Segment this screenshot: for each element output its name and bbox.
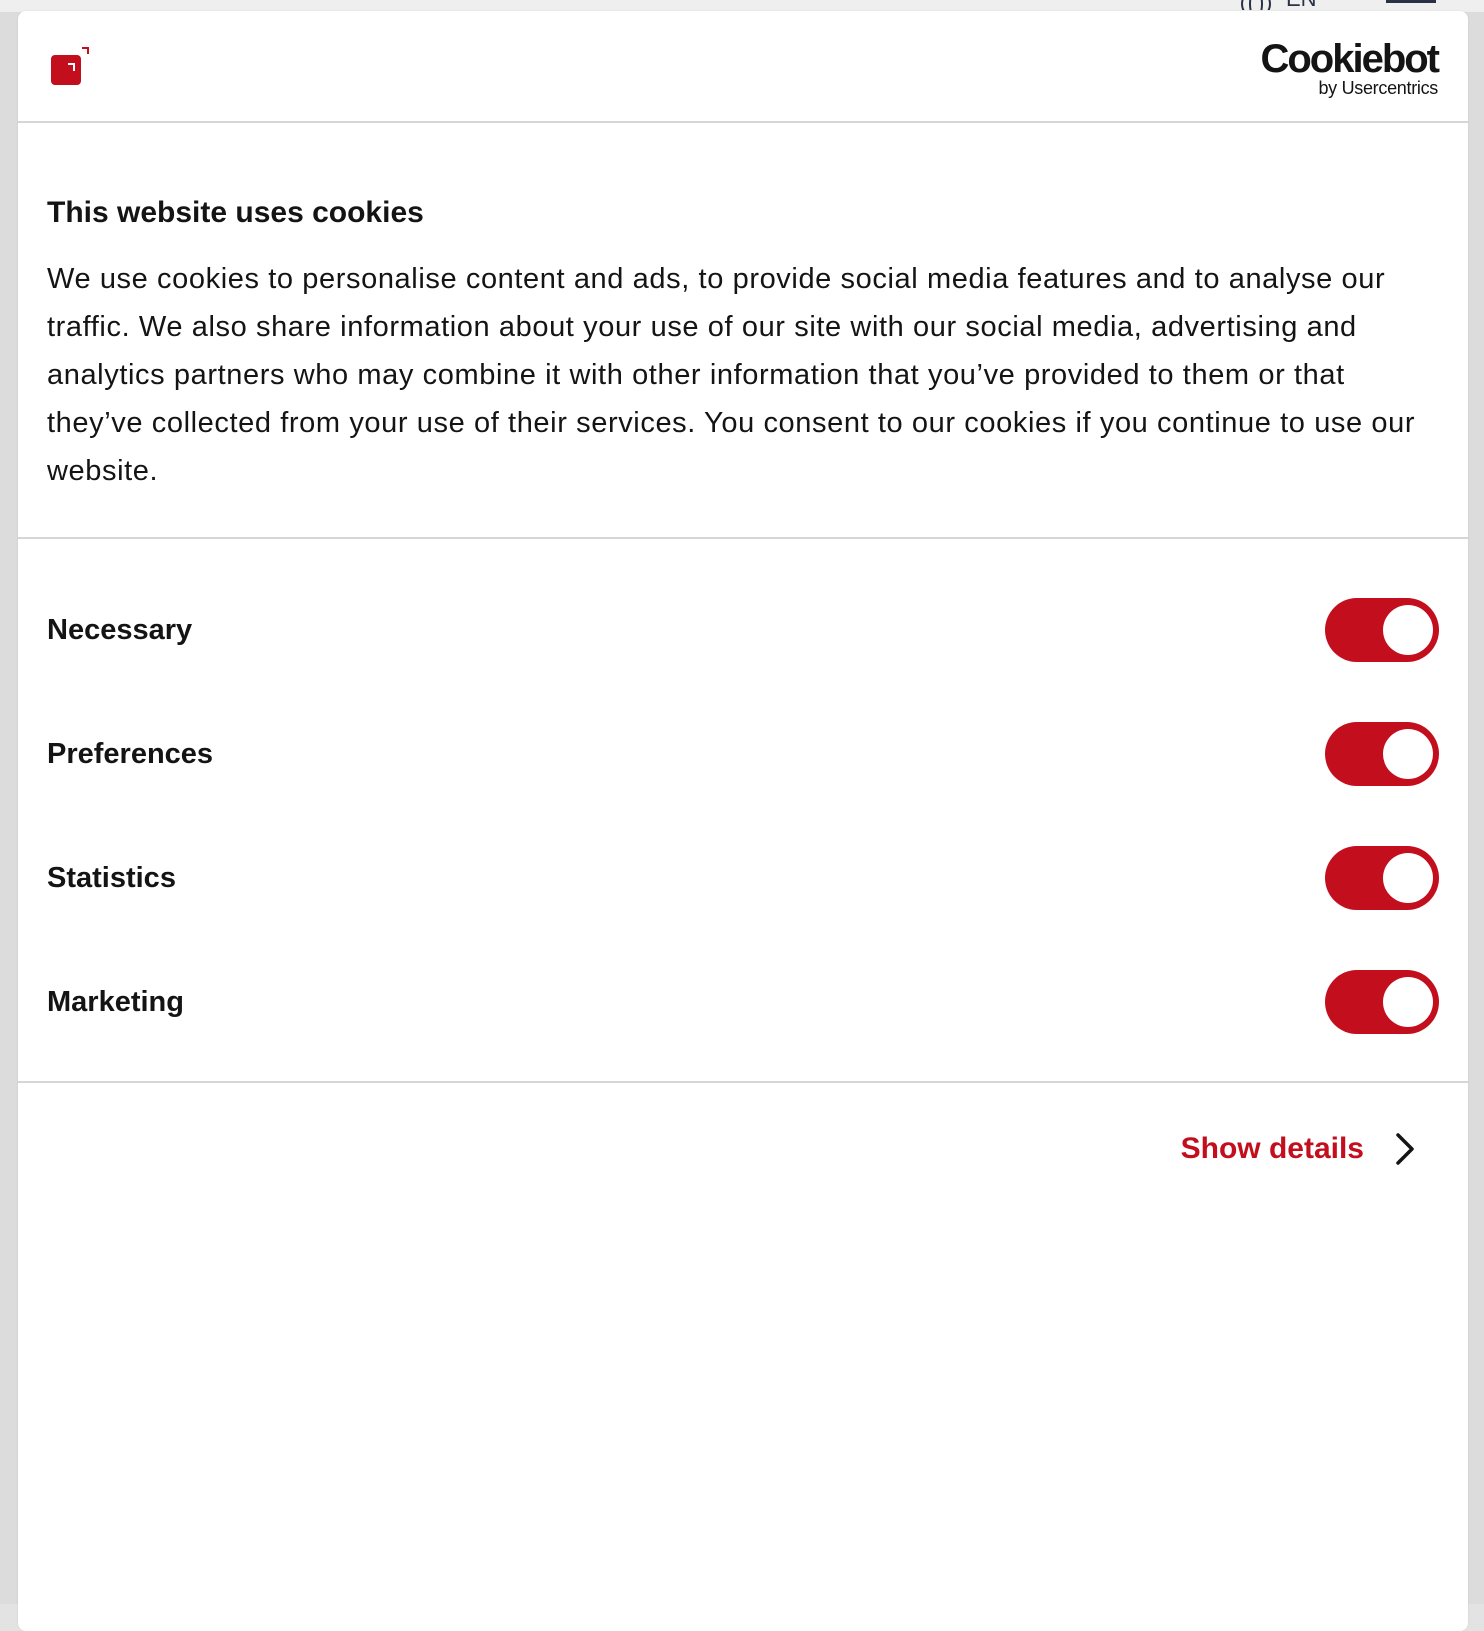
toggle-row-marketing: Marketing (18, 970, 1468, 1094)
toggle-row-preferences: Preferences (18, 722, 1468, 846)
consent-toggles: Necessary Preferences Statistics Marketi… (18, 539, 1468, 1083)
dialog-description: We use cookies to personalise content an… (47, 263, 1416, 487)
toggle-row-statistics: Statistics (18, 846, 1468, 970)
brand-logo-icon (51, 47, 89, 85)
toggle-knob (1383, 853, 1433, 903)
cookiebot-logo: Cookiebot by Usercentrics (1260, 37, 1440, 98)
necessary-toggle[interactable] (1325, 598, 1439, 662)
marketing-toggle[interactable] (1325, 970, 1439, 1034)
globe-icon (1241, 0, 1271, 10)
toggle-label: Marketing (47, 986, 184, 1018)
statistics-toggle[interactable] (1325, 846, 1439, 910)
language-code: EN (1286, 0, 1317, 10)
dialog-title: This website uses cookies (47, 196, 424, 229)
chevron-right-icon (1396, 1133, 1414, 1165)
toggle-label: Necessary (47, 614, 193, 646)
cookiebot-logo-name: Cookiebot (1260, 37, 1440, 81)
show-details-label: Show details (1180, 1132, 1364, 1165)
toggle-knob (1383, 729, 1433, 779)
dialog-footer: Show details (18, 1083, 1468, 1223)
menu-icon[interactable] (1386, 0, 1436, 3)
toggle-knob (1383, 977, 1433, 1027)
intro-section: This website uses cookies We use cookies… (18, 123, 1468, 539)
preferences-toggle[interactable] (1325, 722, 1439, 786)
toggle-label: Preferences (47, 738, 214, 770)
toggle-row-necessary: Necessary (18, 598, 1468, 722)
cookie-consent-dialog: Cookiebot by Usercentrics This website u… (18, 11, 1468, 1631)
language-selector[interactable]: EN (1240, 0, 1317, 10)
cookiebot-logo-sub: by Usercentrics (1318, 78, 1438, 98)
toggle-knob (1383, 605, 1433, 655)
toggle-label: Statistics (47, 862, 176, 894)
dialog-header: Cookiebot by Usercentrics (18, 11, 1468, 123)
show-details-button[interactable]: Show details (1181, 1131, 1418, 1167)
